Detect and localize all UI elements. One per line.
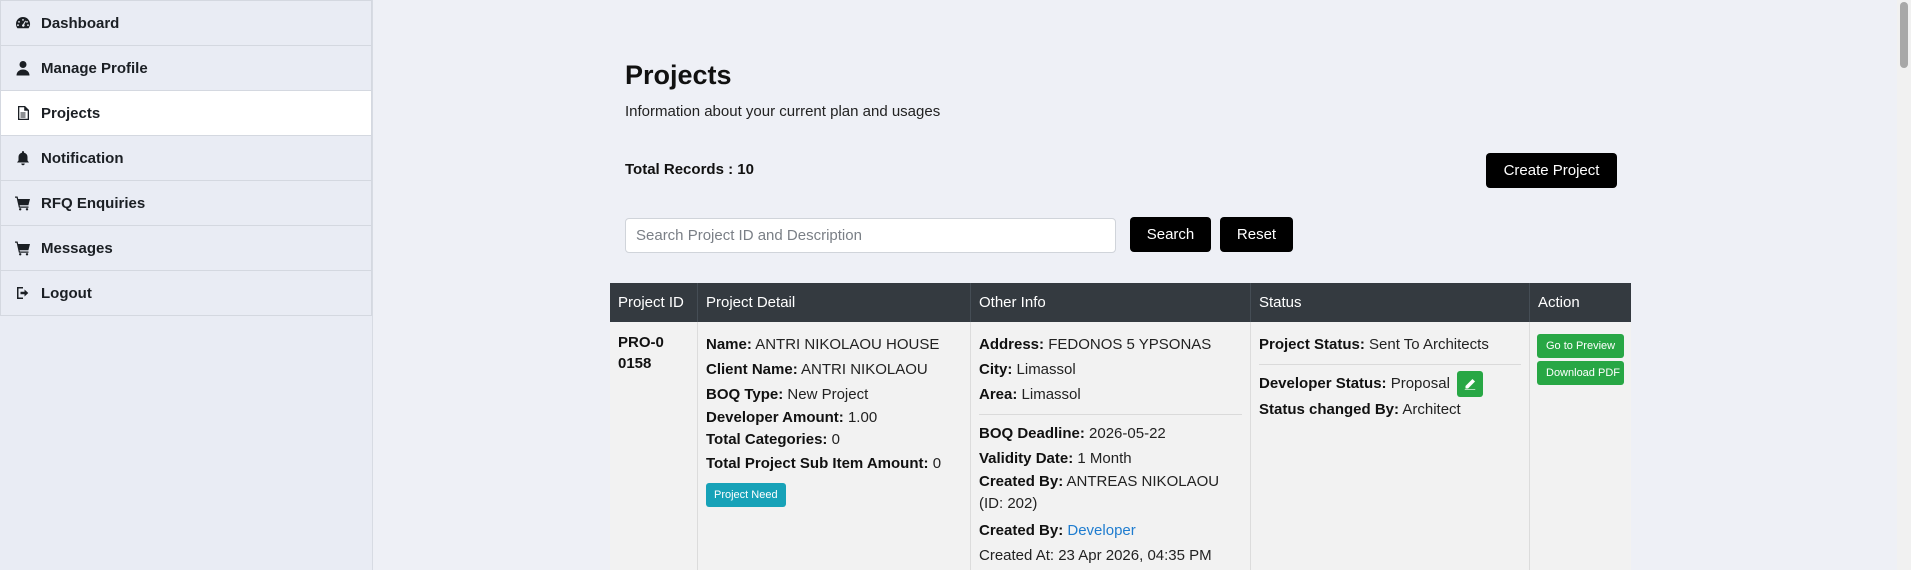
other-info-cell: Address: FEDONOS 5 YPSONAS City: Limasso… xyxy=(971,322,1251,570)
city: Limassol xyxy=(1016,361,1076,378)
edit-status-button[interactable] xyxy=(1457,371,1484,398)
page-title: Projects xyxy=(625,60,732,90)
sidebar-item-label: Notification xyxy=(41,149,124,167)
sidebar-item-label: RFQ Enquiries xyxy=(41,194,146,212)
column-header: Project Detail xyxy=(698,283,971,322)
total-categories-label: Total Categories: xyxy=(706,431,828,448)
created-by-label: Created By: xyxy=(979,473,1064,490)
address: FEDONOS 5 YPSONAS xyxy=(1048,336,1212,353)
sidebar-item-label: Projects xyxy=(41,104,101,122)
city-label: City: xyxy=(979,361,1013,378)
developer-status: Proposal xyxy=(1390,375,1450,392)
sidebar-item-projects[interactable]: Projects xyxy=(0,91,372,136)
column-header: Project ID xyxy=(610,283,698,322)
divider xyxy=(979,414,1242,415)
cart-icon xyxy=(15,195,41,211)
status-changed-by: Architect xyxy=(1402,401,1461,419)
logout-icon xyxy=(15,285,41,301)
sidebar-item-notification[interactable]: Notification xyxy=(0,136,372,181)
pencil-icon xyxy=(1464,379,1476,390)
developer-amount: 1.00 xyxy=(847,409,878,426)
project-detail-cell: Name: ANTRI NIKOLAOU HOUSE Client Name: … xyxy=(698,322,971,570)
column-header: Other Info xyxy=(971,283,1251,322)
dashboard-icon xyxy=(15,15,41,31)
search-button[interactable]: Search xyxy=(1130,217,1211,252)
column-header: Action xyxy=(1538,294,1580,311)
developer-status-label: Developer Status: xyxy=(1259,375,1387,392)
client-label: Client Name: xyxy=(706,361,798,378)
table-row: PRO-00158 Name: ANTRI NIKOLAOU HOUSE Cli… xyxy=(610,322,1631,570)
sidebar-item-label: Messages xyxy=(41,239,113,257)
divider xyxy=(1259,364,1521,365)
create-project-button[interactable]: Create Project xyxy=(1486,153,1617,188)
project-id-cell: PRO-00158 xyxy=(610,322,698,570)
sidebar-item-label: Manage Profile xyxy=(41,59,148,77)
area: Limassol xyxy=(1021,386,1081,403)
created-by-role-label: Created By: xyxy=(979,522,1064,539)
boq-deadline-label: BOQ Deadline: xyxy=(979,425,1085,442)
project-need-button[interactable]: Project Need xyxy=(706,483,786,507)
sidebar: Dashboard Manage Profile Projects Notifi… xyxy=(0,0,373,570)
project-name: ANTRI NIKOLAOU HOUSE xyxy=(755,336,940,353)
sub-item-amount: 0 xyxy=(932,455,942,472)
status-changed-by-label: Status changed By: xyxy=(1259,401,1400,419)
boq-deadline: 2026-05-22 xyxy=(1089,425,1166,442)
project-status-label: Project Status: xyxy=(1259,336,1365,353)
column-header: Status xyxy=(1251,283,1530,322)
validity-date: 1 Month xyxy=(1077,450,1132,467)
created-by-role-link[interactable]: Developer xyxy=(1067,522,1135,539)
search-input[interactable] xyxy=(625,218,1116,253)
total-categories: 0 xyxy=(831,431,840,448)
boq-type-label: BOQ Type: xyxy=(706,386,784,403)
file-icon xyxy=(15,105,41,121)
cart-icon xyxy=(15,240,41,256)
total-records: Total Records : 10 xyxy=(625,161,754,178)
sidebar-item-dashboard[interactable]: Dashboard xyxy=(0,0,372,46)
sub-item-amount-label: Total Project Sub Item Amount: xyxy=(706,455,929,472)
sidebar-item-label: Logout xyxy=(41,284,92,302)
table-header: Project ID Project Detail Other Info Sta… xyxy=(610,283,1631,322)
created-at: Created At: 23 Apr 2026, 04:35 PM xyxy=(979,547,1212,564)
client-name: ANTRI NIKOLAOU xyxy=(801,361,928,378)
user-icon xyxy=(15,60,41,76)
page-scrollbar[interactable] xyxy=(1897,0,1911,570)
status-cell: Project Status: Sent To Architects Devel… xyxy=(1251,322,1530,570)
address-label: Address: xyxy=(979,336,1045,353)
sidebar-item-messages[interactable]: Messages xyxy=(0,226,372,271)
sidebar-item-label: Dashboard xyxy=(41,14,120,32)
boq-type: New Project xyxy=(787,386,869,403)
go-to-preview-button[interactable]: Go to Preview xyxy=(1537,334,1624,358)
bell-icon xyxy=(15,150,41,166)
developer-amount-label: Developer Amount: xyxy=(706,409,844,426)
sidebar-item-rfq-enquiries[interactable]: RFQ Enquiries xyxy=(0,181,372,226)
project-id: PRO-00158 xyxy=(618,334,664,372)
projects-table: Project ID Project Detail Other Info Sta… xyxy=(610,283,1631,570)
project-status: Sent To Architects xyxy=(1369,336,1489,353)
page-subtitle: Information about your current plan and … xyxy=(625,103,941,120)
scrollbar-thumb[interactable] xyxy=(1900,2,1908,68)
sidebar-item-logout[interactable]: Logout xyxy=(0,271,372,316)
sidebar-item-manage-profile[interactable]: Manage Profile xyxy=(0,46,372,91)
validity-label: Validity Date: xyxy=(979,450,1074,467)
download-pdf-button[interactable]: Download PDF xyxy=(1537,361,1624,385)
name-label: Name: xyxy=(706,336,752,353)
area-label: Area: xyxy=(979,386,1018,403)
reset-button[interactable]: Reset xyxy=(1220,217,1293,252)
action-cell: Go to Preview Download PDF xyxy=(1530,322,1631,570)
main-content: Projects Information about your current … xyxy=(374,0,1897,570)
